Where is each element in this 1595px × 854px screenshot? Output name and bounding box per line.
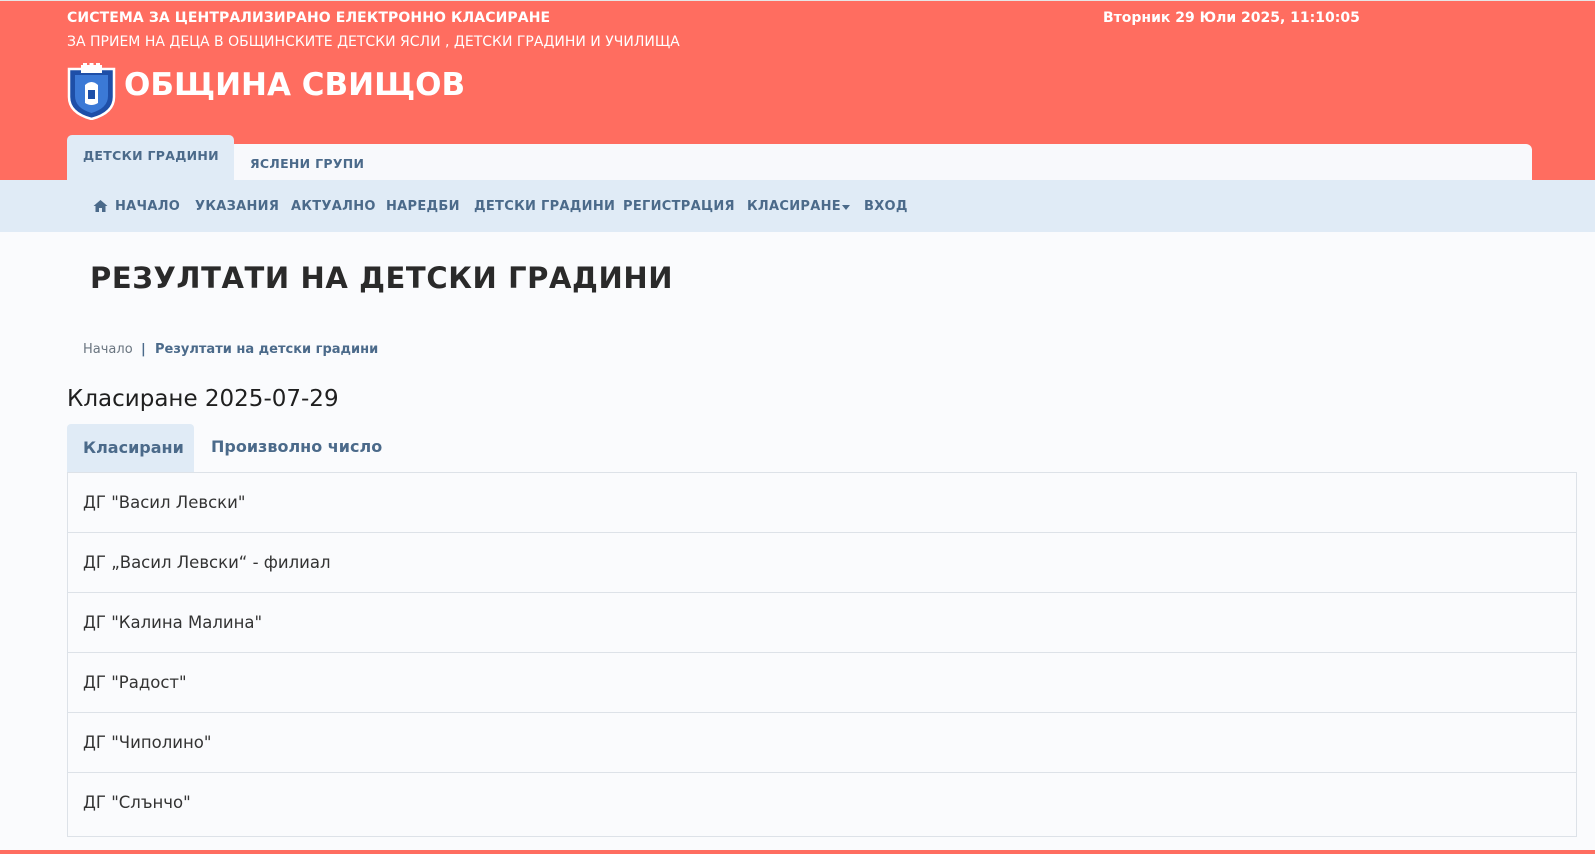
system-title: СИСТЕМА ЗА ЦЕНТРАЛИЗИРАНО ЕЛЕКТРОННО КЛА… [67,10,551,26]
breadcrumb-separator: | [141,342,146,357]
nav-home[interactable]: НАЧАЛО [115,199,180,214]
nav-registration[interactable]: РЕГИСТРАЦИЯ [623,199,735,214]
municipality-name[interactable]: ОБЩИНА СВИЩОВ [124,67,465,103]
footer-strip [0,850,1595,854]
home-icon[interactable] [93,199,108,213]
nav-instructions[interactable]: УКАЗАНИЯ [195,199,279,214]
tab-nursery-groups[interactable]: ЯСЛЕНИ ГРУПИ [250,156,364,171]
nav-ranking[interactable]: КЛАСИРАНЕ [747,199,841,214]
list-item[interactable]: ДГ "Васил Левски" [68,473,1576,533]
breadcrumb-home[interactable]: Начало [83,342,133,357]
nav-regulations[interactable]: НАРЕДБИ [386,199,460,214]
kindergarten-list: ДГ "Васил Левски" ДГ „Васил Левски“ - фи… [67,472,1577,837]
nav-news[interactable]: АКТУАЛНО [291,199,376,214]
list-item[interactable]: ДГ "Чиполино" [68,713,1576,773]
breadcrumb-current: Резултати на детски градини [155,342,379,357]
municipal-crest-icon[interactable] [67,63,116,120]
chevron-down-icon[interactable] [842,205,850,210]
ranking-title: Класиране 2025-07-29 [67,386,339,412]
list-item[interactable]: ДГ "Радост" [68,653,1576,713]
nav-kindergartens[interactable]: ДЕТСКИ ГРАДИНИ [474,199,615,214]
system-subtitle: ЗА ПРИЕМ НА ДЕЦА В ОБЩИНСКИТЕ ДЕТСКИ ЯСЛ… [67,34,680,50]
current-datetime: Вторник 29 Юли 2025, 11:10:05 [1103,10,1360,26]
nav-login[interactable]: ВХОД [864,199,908,214]
tab-ranked[interactable]: Класирани [67,424,194,473]
list-item[interactable]: ДГ "Калина Малина" [68,593,1576,653]
list-item[interactable]: ДГ „Васил Левски“ - филиал [68,533,1576,593]
tab-kindergartens[interactable]: ДЕТСКИ ГРАДИНИ [67,135,234,180]
list-item[interactable]: ДГ "Слънчо" [68,773,1576,833]
page-title: РЕЗУЛТАТИ НА ДЕТСКИ ГРАДИНИ [90,261,674,295]
tab-random-number[interactable]: Произволно число [211,437,382,456]
